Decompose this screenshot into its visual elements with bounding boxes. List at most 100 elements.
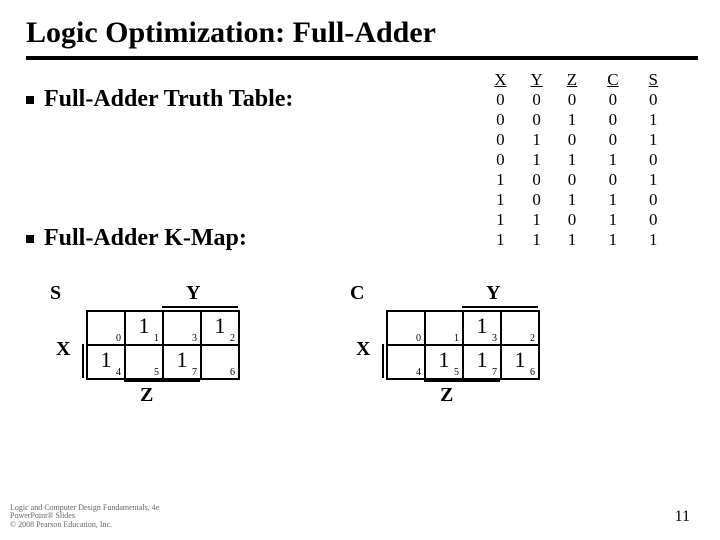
truth-header-row: X Y Z C S bbox=[482, 70, 670, 90]
cell: 0 bbox=[631, 90, 670, 110]
kcell-val: 1 bbox=[177, 347, 188, 373]
kcell-idx: 2 bbox=[530, 333, 535, 344]
kcell-val: 1 bbox=[101, 347, 112, 373]
kmap-s-label: S bbox=[50, 282, 61, 305]
kmap-c-y-label: Y bbox=[486, 282, 500, 305]
kcell: 5 bbox=[125, 345, 163, 379]
truth-table: X Y Z C S 00000 00101 01001 01110 10001 … bbox=[482, 70, 670, 250]
y-bracket bbox=[162, 306, 238, 308]
kcell: 3 bbox=[163, 311, 201, 345]
cell: 0 bbox=[631, 190, 670, 210]
kcell-idx: 7 bbox=[492, 367, 497, 378]
content-area: Full-Adder Truth Table: Full-Adder K-Map… bbox=[0, 60, 720, 417]
cell: 1 bbox=[482, 230, 518, 250]
kcell: 11 bbox=[125, 311, 163, 345]
kcell: 13 bbox=[463, 311, 501, 345]
cell: 0 bbox=[631, 150, 670, 170]
x-bracket bbox=[382, 344, 384, 378]
kmap-s: S Y X Z 0 11 3 12 14 5 17 6 bbox=[46, 282, 256, 417]
cell: 1 bbox=[519, 150, 555, 170]
bullet-marker-icon bbox=[26, 96, 34, 104]
truth-row: 00101 bbox=[482, 110, 670, 130]
truth-row: 01001 bbox=[482, 130, 670, 150]
cell: 0 bbox=[555, 210, 589, 230]
kcell-idx: 5 bbox=[454, 367, 459, 378]
kcell: 15 bbox=[425, 345, 463, 379]
y-bracket bbox=[462, 306, 538, 308]
slide-title: Logic Optimization: Full-Adder bbox=[0, 0, 720, 56]
kcell-val: 1 bbox=[439, 347, 450, 373]
cell: 0 bbox=[519, 190, 555, 210]
kcell: 6 bbox=[201, 345, 239, 379]
cell: 1 bbox=[519, 130, 555, 150]
cell: 0 bbox=[519, 90, 555, 110]
truth-row: 10001 bbox=[482, 170, 670, 190]
bullet-2-text: Full-Adder K-Map: bbox=[44, 225, 247, 252]
th-s: S bbox=[631, 70, 670, 90]
kcell-idx: 3 bbox=[192, 333, 197, 344]
truth-row: 10110 bbox=[482, 190, 670, 210]
kcell-val: 1 bbox=[515, 347, 526, 373]
cell: 1 bbox=[589, 190, 630, 210]
th-z: Z bbox=[555, 70, 589, 90]
cell: 1 bbox=[482, 190, 518, 210]
cell: 0 bbox=[519, 110, 555, 130]
kcell: 2 bbox=[501, 311, 539, 345]
cell: 0 bbox=[589, 130, 630, 150]
kcell-idx: 7 bbox=[192, 367, 197, 378]
kcell-idx: 3 bbox=[492, 333, 497, 344]
kcell-idx: 6 bbox=[530, 367, 535, 378]
z-bracket bbox=[124, 380, 200, 382]
kcell-idx: 2 bbox=[230, 333, 235, 344]
kcell: 16 bbox=[501, 345, 539, 379]
kcell-val: 1 bbox=[139, 313, 150, 339]
page-number: 11 bbox=[675, 508, 690, 526]
truth-row: 00000 bbox=[482, 90, 670, 110]
footer-line-3: © 2008 Pearson Education, Inc. bbox=[10, 521, 159, 530]
cell: 1 bbox=[589, 150, 630, 170]
kcell-idx: 4 bbox=[416, 367, 421, 378]
z-bracket bbox=[424, 380, 500, 382]
cell: 1 bbox=[555, 230, 589, 250]
th-y: Y bbox=[519, 70, 555, 90]
kmap-s-z-label: Z bbox=[140, 384, 153, 407]
cell: 0 bbox=[631, 210, 670, 230]
kcell-idx: 6 bbox=[230, 367, 235, 378]
cell: 1 bbox=[631, 230, 670, 250]
th-x: X bbox=[482, 70, 518, 90]
truth-row: 11111 bbox=[482, 230, 670, 250]
kmap-c-z-label: Z bbox=[440, 384, 453, 407]
cell: 0 bbox=[589, 170, 630, 190]
kmap-area: S Y X Z 0 11 3 12 14 5 17 6 C Y X Z bbox=[46, 282, 694, 417]
cell: 0 bbox=[482, 150, 518, 170]
kcell-idx: 1 bbox=[454, 333, 459, 344]
truth-row: 11010 bbox=[482, 210, 670, 230]
kmap-c: C Y X Z 0 1 13 2 4 15 17 16 bbox=[346, 282, 556, 417]
cell: 0 bbox=[555, 170, 589, 190]
kcell-idx: 4 bbox=[116, 367, 121, 378]
cell: 1 bbox=[482, 170, 518, 190]
kcell-idx: 5 bbox=[154, 367, 159, 378]
cell: 0 bbox=[482, 110, 518, 130]
kcell: 0 bbox=[387, 311, 425, 345]
kcell: 12 bbox=[201, 311, 239, 345]
cell: 1 bbox=[555, 110, 589, 130]
cell: 1 bbox=[519, 230, 555, 250]
kmap-c-grid: 0 1 13 2 4 15 17 16 bbox=[386, 310, 540, 380]
kcell-val: 1 bbox=[477, 313, 488, 339]
cell: 0 bbox=[555, 130, 589, 150]
bullet-marker-icon bbox=[26, 235, 34, 243]
cell: 1 bbox=[555, 150, 589, 170]
cell: 1 bbox=[631, 110, 670, 130]
kcell: 17 bbox=[463, 345, 501, 379]
kmap-c-label: C bbox=[350, 282, 364, 305]
cell: 1 bbox=[482, 210, 518, 230]
cell: 0 bbox=[589, 110, 630, 130]
kmap-c-x-label: X bbox=[356, 338, 370, 361]
th-c: C bbox=[589, 70, 630, 90]
cell: 0 bbox=[555, 90, 589, 110]
kcell-idx: 0 bbox=[416, 333, 421, 344]
kcell-val: 1 bbox=[477, 347, 488, 373]
kcell-idx: 1 bbox=[154, 333, 159, 344]
cell: 1 bbox=[555, 190, 589, 210]
